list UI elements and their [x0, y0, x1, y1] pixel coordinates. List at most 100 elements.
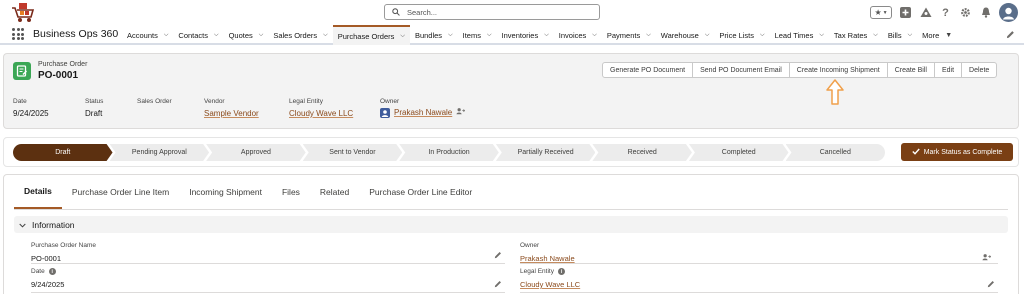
section-title: Information — [32, 219, 75, 230]
path-stage-draft[interactable]: Draft — [13, 144, 113, 161]
info-icon[interactable]: i — [48, 268, 56, 275]
nav-item-purchase-orders[interactable]: Purchase Orders ⌵ — [332, 25, 410, 45]
field-value: 9/24/2025 — [31, 280, 65, 289]
record-type-label: Purchase Order — [38, 61, 88, 68]
path-stage-approved[interactable]: Approved — [206, 144, 306, 161]
legal-entity-link[interactable]: Cloudy Wave LLC — [289, 109, 353, 118]
chevron-down-icon[interactable]: ⌵ — [873, 32, 878, 39]
global-search-input[interactable]: Search... — [384, 4, 600, 20]
chevron-down-icon — [19, 220, 26, 230]
tab-incoming-shipment[interactable]: Incoming Shipment — [179, 175, 272, 209]
nav-item-contacts[interactable]: Contacts ⌵ — [173, 25, 223, 45]
field-label: Owner — [520, 242, 540, 249]
nav-item-label: Bills — [887, 30, 902, 40]
path-stage-partially-received[interactable]: Partially Received — [496, 144, 596, 161]
trailhead-icon[interactable] — [919, 6, 932, 19]
help-icon[interactable]: ? — [939, 6, 952, 19]
record-detail-card: Details Purchase Order Line Item Incomin… — [3, 174, 1019, 294]
chevron-down-icon[interactable]: ⌵ — [323, 32, 328, 39]
field-value: PO-0001 — [31, 254, 62, 263]
owner-avatar — [380, 107, 390, 118]
field-label: Date — [13, 98, 27, 105]
nav-item-label: Warehouse — [660, 30, 699, 40]
chevron-down-icon[interactable]: ⌵ — [760, 32, 765, 39]
delete-button[interactable]: Delete — [961, 62, 998, 78]
info-icon[interactable]: i — [557, 268, 565, 275]
nav-item-label: Items — [462, 30, 481, 40]
edit-pencil-icon[interactable] — [494, 251, 502, 259]
nav-item-payments[interactable]: Payments ⌵ — [602, 25, 656, 45]
chevron-down-icon[interactable]: ⌵ — [164, 32, 169, 39]
mark-status-complete-button[interactable]: Mark Status as Complete — [901, 143, 1013, 161]
bell-icon[interactable] — [979, 6, 992, 19]
path-stage-cancelled[interactable]: Cancelled — [785, 144, 886, 161]
tab-purchase-order-line-editor[interactable]: Purchase Order Line Editor — [359, 175, 482, 209]
nav-item-items[interactable]: Items ⌵ — [458, 25, 497, 45]
record-action-buttons: Generate PO Document Send PO Document Em… — [602, 62, 998, 78]
nav-item-lead-times[interactable]: Lead Times ⌵ — [770, 25, 829, 45]
add-icon[interactable] — [899, 6, 912, 19]
information-section-header[interactable]: Information — [14, 216, 1008, 233]
app-logo-icon[interactable] — [10, 2, 36, 24]
record-header: Purchase Order PO-0001 Generate PO Docum… — [3, 53, 1019, 129]
generate-po-document-button[interactable]: Generate PO Document — [602, 62, 694, 78]
edit-button[interactable]: Edit — [933, 62, 963, 78]
nav-item-accounts[interactable]: Accounts ⌵ — [122, 25, 173, 45]
nav-item-bundles[interactable]: Bundles ⌵ — [410, 25, 458, 45]
send-po-document-email-button[interactable]: Send PO Document Email — [692, 62, 790, 78]
highlight-vendor: Vendor Sample Vendor — [204, 98, 259, 118]
nav-item-label: Lead Times — [774, 30, 814, 40]
path-stage-received[interactable]: Received — [592, 144, 692, 161]
favorites-button[interactable]: ★ ▼ — [870, 6, 892, 19]
nav-item-bills[interactable]: Bills ⌵ — [883, 25, 917, 45]
nav-item-tax-rates[interactable]: Tax Rates ⌵ — [829, 25, 883, 45]
nav-item-label: Quotes — [228, 30, 253, 40]
field-purchase-order-name: Purchase Order Name PO-0001 — [31, 242, 96, 263]
gear-icon[interactable] — [959, 6, 972, 19]
edit-nav-pencil-icon[interactable] — [1006, 30, 1015, 39]
chevron-down-icon[interactable]: ⌵ — [544, 32, 549, 39]
nav-item-sales-orders[interactable]: Sales Orders ⌵ — [268, 25, 332, 45]
nav-item-invoices[interactable]: Invoices ⌵ — [554, 25, 602, 45]
owner-link[interactable]: Prakash Nawale — [520, 254, 575, 263]
change-owner-icon[interactable] — [982, 253, 992, 261]
field-label: Purchase Order Name — [31, 242, 97, 249]
chevron-down-icon[interactable]: ⌵ — [214, 32, 219, 39]
tab-details[interactable]: Details — [14, 175, 62, 209]
chevron-down-icon[interactable]: ⌵ — [705, 32, 710, 39]
chevron-down-icon[interactable]: ⌵ — [400, 33, 405, 40]
chevron-down-icon[interactable]: ⌵ — [259, 32, 264, 39]
path-stage-in-production[interactable]: In Production — [399, 144, 499, 161]
app-name: Business Ops 360 — [33, 28, 119, 40]
nav-item-quotes[interactable]: Quotes ⌵ — [224, 25, 269, 45]
create-bill-button[interactable]: Create Bill — [886, 62, 935, 78]
owner-link[interactable]: Prakash Nawale — [394, 108, 452, 117]
nav-more-menu[interactable]: More ▼ — [917, 25, 957, 45]
chevron-down-icon[interactable]: ⌵ — [487, 32, 492, 39]
chevron-down-icon[interactable]: ⌵ — [646, 32, 651, 39]
nav-item-price-lists[interactable]: Price Lists ⌵ — [714, 25, 769, 45]
annotation-arrow-icon — [826, 79, 844, 105]
path-stage-completed[interactable]: Completed — [689, 144, 789, 161]
create-incoming-shipment-button[interactable]: Create Incoming Shipment — [788, 62, 888, 78]
edit-pencil-icon[interactable] — [987, 280, 995, 288]
user-avatar[interactable] — [999, 3, 1018, 22]
nav-item-inventories[interactable]: Inventories ⌵ — [497, 25, 554, 45]
legal-entity-link[interactable]: Cloudy Wave LLC — [520, 280, 580, 289]
tab-divider — [14, 209, 1008, 210]
vendor-link[interactable]: Sample Vendor — [204, 109, 259, 118]
tab-files[interactable]: Files — [272, 175, 310, 209]
change-owner-icon[interactable] — [456, 107, 466, 118]
path-stage-sent-to-vendor[interactable]: Sent to Vendor — [303, 144, 403, 161]
tab-purchase-order-line-item[interactable]: Purchase Order Line Item — [62, 175, 179, 209]
chevron-down-icon[interactable]: ⌵ — [592, 32, 597, 39]
chevron-down-icon[interactable]: ⌵ — [819, 32, 824, 39]
nav-item-warehouse[interactable]: Warehouse ⌵ — [656, 25, 715, 45]
path-stage-pending-approval[interactable]: Pending Approval — [110, 144, 210, 161]
tab-related[interactable]: Related — [310, 175, 359, 209]
chevron-down-icon[interactable]: ⌵ — [448, 32, 453, 39]
nav-item-label: Accounts — [127, 30, 158, 40]
edit-pencil-icon[interactable] — [494, 280, 502, 288]
app-launcher-icon[interactable] — [12, 28, 24, 40]
chevron-down-icon[interactable]: ⌵ — [908, 32, 913, 39]
